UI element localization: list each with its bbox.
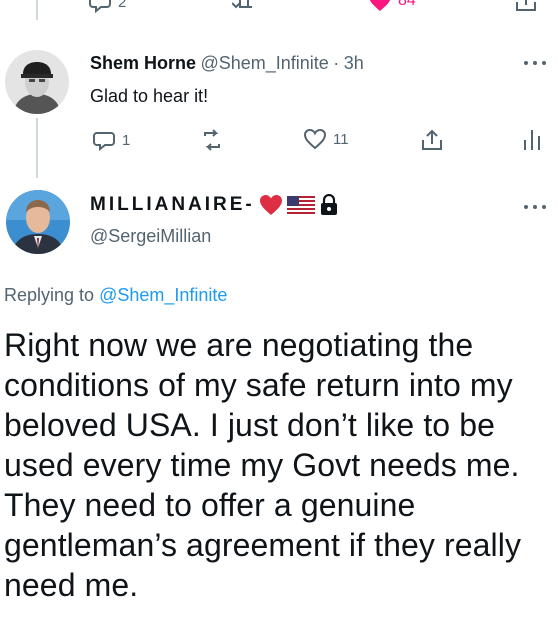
- share-action[interactable]: [420, 128, 444, 152]
- retweet-icon: [232, 0, 256, 14]
- author-name[interactable]: Shem Horne: [90, 53, 196, 73]
- heart-outline-icon: [303, 128, 327, 150]
- analytics-bars-icon: [522, 128, 542, 152]
- author-handle[interactable]: @Shem_Infinite: [200, 53, 328, 73]
- retweet-icon: [200, 128, 224, 152]
- retweet-action[interactable]: [200, 128, 224, 152]
- top-like-count: 84: [398, 0, 416, 9]
- share-icon: [514, 0, 538, 14]
- avatar-shem-horne[interactable]: [5, 50, 69, 114]
- heart-filled-icon: [368, 0, 392, 12]
- lock-icon: [319, 194, 339, 216]
- reply-bubble-icon: [88, 0, 112, 14]
- main-more-button[interactable]: [524, 205, 546, 211]
- reply-bubble-icon: [92, 128, 116, 152]
- tweet-time[interactable]: 3h: [344, 53, 364, 73]
- reply-tweet-header: Shem Horne @Shem_Infinite · 3h: [90, 53, 364, 74]
- top-like-action[interactable]: 84: [368, 0, 416, 12]
- like-count: 11: [333, 130, 349, 148]
- reply-action[interactable]: 1: [92, 128, 130, 152]
- reply-more-button[interactable]: [524, 61, 546, 67]
- reply-tweet-text: Glad to hear it!: [90, 86, 209, 106]
- us-flag-icon: [286, 196, 315, 214]
- top-retweet-action[interactable]: [232, 0, 256, 14]
- share-icon: [420, 128, 444, 152]
- top-share-action[interactable]: [514, 0, 538, 14]
- avatar-sergei-millian[interactable]: [6, 190, 70, 254]
- thread-line-middle: [36, 118, 38, 178]
- like-action[interactable]: 11: [303, 128, 349, 150]
- top-reply-count: 2: [118, 0, 127, 11]
- separator-dot: ·: [333, 53, 340, 73]
- replying-to-handle-link[interactable]: @Shem_Infinite: [99, 285, 227, 305]
- author-name[interactable]: MILLIANAIRE-: [90, 194, 255, 216]
- replying-to-line: Replying to @Shem_Infinite: [4, 285, 227, 306]
- replying-prefix: Replying to: [4, 285, 95, 305]
- main-tweet-text: Right now we are negotiating the conditi…: [4, 327, 522, 603]
- main-author-handle[interactable]: @SergeiMillian: [90, 226, 211, 247]
- red-heart-icon: [259, 194, 283, 216]
- analytics-action[interactable]: [522, 128, 542, 152]
- main-tweet-header: MILLIANAIRE-: [90, 194, 339, 216]
- thread-line-top: [36, 0, 38, 20]
- top-reply-action[interactable]: 2: [88, 0, 126, 14]
- reply-count: 1: [122, 131, 131, 149]
